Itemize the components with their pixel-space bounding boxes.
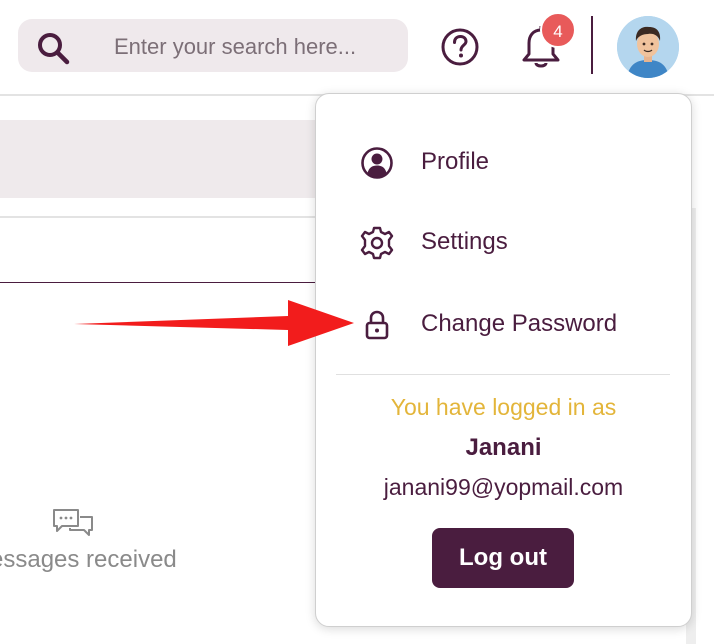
menu-divider [336,374,670,375]
menu-item-label: Change Password [421,310,618,337]
search-bar[interactable]: Enter your search here... [18,19,408,72]
logged-in-text: You have logged in as [390,394,617,420]
top-bar: Enter your search here... 4 [0,0,714,96]
search-icon [38,33,70,65]
user-circle-icon [361,147,393,179]
background-divider [0,216,330,218]
lock-icon [365,310,389,340]
avatar[interactable] [617,16,679,78]
messages-received-label: essages received [0,546,177,573]
menu-item-label: Settings [421,228,508,255]
logout-button[interactable]: Log out [432,528,574,588]
menu-item-settings[interactable]: Settings [360,222,660,262]
gear-icon [360,226,394,260]
help-icon[interactable] [440,27,480,67]
background-divider [0,282,330,283]
notification-badge: 4 [540,12,576,48]
menu-item-profile[interactable]: Profile [360,142,660,182]
user-name: Janani [465,434,542,461]
chat-icon [53,509,93,536]
user-avatar-icon [617,16,679,78]
menu-item-change-password[interactable]: Change Password [360,304,660,344]
menu-item-label: Profile [421,148,490,175]
user-email: janani99@yopmail.com [383,474,624,500]
user-dropdown-menu: Profile Settings Change Password You hav… [315,93,692,627]
background-panel [0,120,330,198]
search-input[interactable]: Enter your search here... [114,34,356,60]
header-divider [591,16,593,74]
annotation-arrow-icon [74,300,354,346]
